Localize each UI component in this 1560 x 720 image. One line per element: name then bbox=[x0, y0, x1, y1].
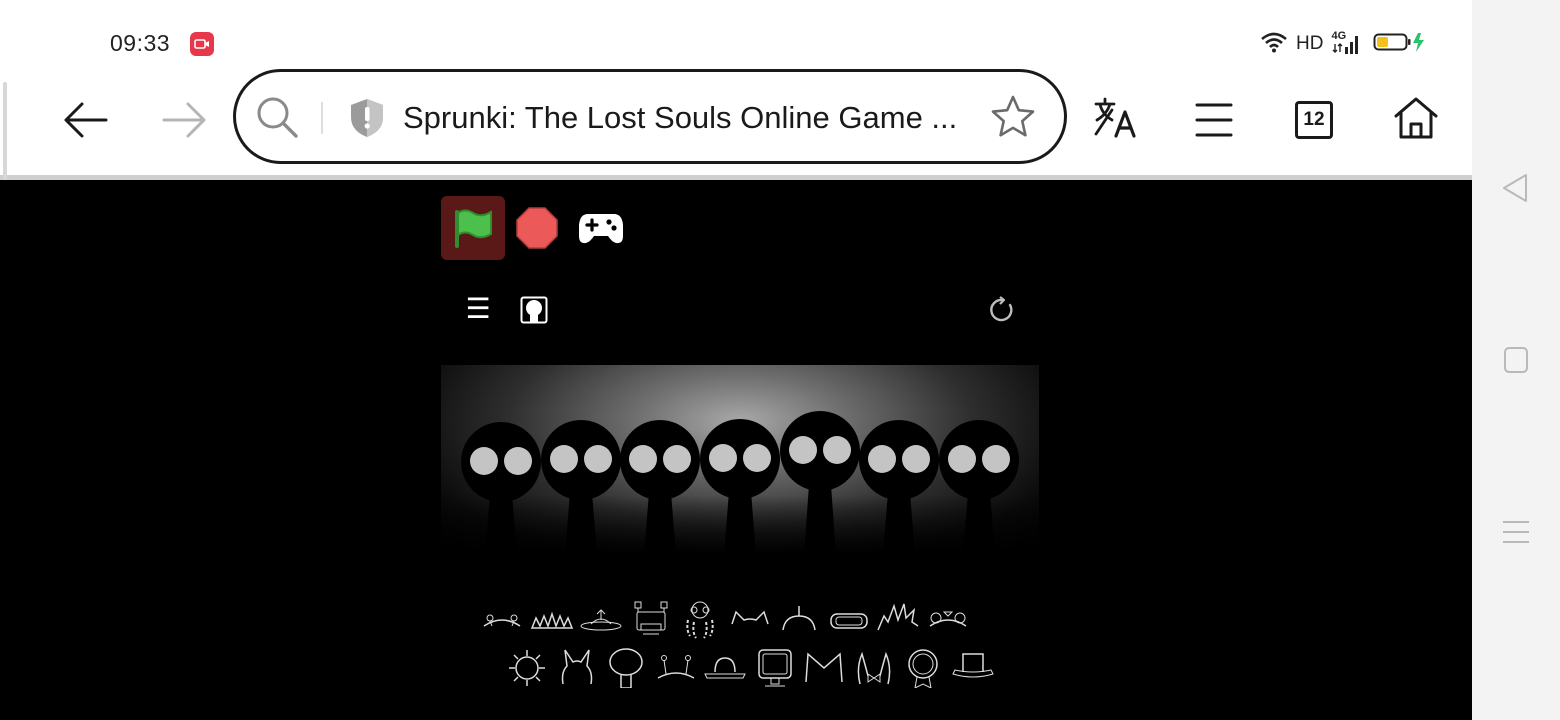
back-button[interactable] bbox=[60, 98, 110, 142]
bowler-hat-icon[interactable] bbox=[703, 648, 747, 688]
address-bar[interactable]: Sprunki: The Lost Souls Online Game ... bbox=[233, 69, 1067, 164]
bowtie-ears-icon[interactable] bbox=[852, 648, 896, 688]
address-divider bbox=[321, 102, 323, 134]
avatar-icon bbox=[520, 296, 548, 324]
gamepad-icon bbox=[579, 214, 623, 244]
character-eye bbox=[902, 445, 930, 473]
home-icon bbox=[1394, 97, 1438, 139]
cell-signal-icon: 4G bbox=[1331, 30, 1361, 56]
search-icon[interactable] bbox=[256, 96, 300, 145]
character-eye bbox=[948, 445, 976, 473]
green-flag-button[interactable] bbox=[441, 196, 505, 260]
character-eye bbox=[584, 445, 612, 473]
character-eye bbox=[504, 447, 532, 475]
star-icon[interactable] bbox=[990, 94, 1036, 145]
game-stage[interactable] bbox=[441, 365, 1039, 555]
character-eye bbox=[470, 447, 498, 475]
hat-disc-icon[interactable] bbox=[579, 600, 623, 640]
spikes-icon[interactable] bbox=[530, 600, 574, 640]
medal-icon[interactable] bbox=[901, 648, 945, 689]
arrow-right-icon bbox=[162, 102, 206, 138]
antenna-pair-icon[interactable] bbox=[654, 648, 698, 688]
wifi-icon bbox=[1260, 31, 1288, 58]
home-square-icon bbox=[1504, 347, 1528, 373]
stage-fade bbox=[441, 495, 1039, 555]
nav-home-button[interactable] bbox=[1500, 344, 1532, 376]
game-menu-button[interactable]: ☰ bbox=[464, 295, 492, 323]
tree-icon[interactable] bbox=[604, 648, 648, 689]
status-icons: HD 4G bbox=[1260, 28, 1427, 60]
recents-lines-icon bbox=[1503, 521, 1529, 543]
crown-icon[interactable] bbox=[802, 648, 846, 688]
character-eye bbox=[823, 436, 851, 464]
back-triangle-icon bbox=[1503, 174, 1527, 202]
cat-ears-icon[interactable] bbox=[728, 600, 772, 640]
character-eye bbox=[789, 436, 817, 464]
character-eye bbox=[709, 444, 737, 472]
browser-toolbar: Sprunki: The Lost Souls Online Game ... … bbox=[0, 68, 1472, 176]
sun-icon[interactable] bbox=[505, 648, 549, 688]
character-eye bbox=[550, 445, 578, 473]
reload-button[interactable] bbox=[988, 296, 1016, 324]
translate-button[interactable] bbox=[1090, 94, 1142, 142]
menu-glyph: ☰ bbox=[465, 293, 491, 324]
bunny-ears-icon[interactable] bbox=[555, 648, 599, 688]
avatar-button[interactable] bbox=[520, 296, 548, 324]
webview: ☰ bbox=[0, 180, 1472, 720]
top-hat-icon[interactable] bbox=[951, 648, 995, 688]
status-clock: 09:33 bbox=[110, 30, 171, 56]
nav-back-button[interactable] bbox=[1500, 172, 1532, 204]
stop-icon bbox=[516, 207, 558, 249]
horn-icon[interactable] bbox=[777, 600, 821, 640]
reload-icon bbox=[990, 296, 1013, 322]
tabs-count[interactable]: 12 bbox=[1295, 101, 1333, 139]
visor-icon[interactable] bbox=[827, 600, 871, 640]
hd-label: HD bbox=[1296, 33, 1324, 54]
sound-icons-row-2 bbox=[505, 648, 1000, 692]
page-title-url[interactable]: Sprunki: The Lost Souls Online Game ... bbox=[403, 100, 973, 136]
home-button[interactable] bbox=[1390, 94, 1442, 142]
screen-record-icon bbox=[190, 32, 214, 56]
menu-button[interactable] bbox=[1192, 98, 1236, 142]
sound-icons-row-1 bbox=[480, 600, 980, 640]
phone-screen: 09:33 HD 4G Sprunki: The Lost Souls Onli… bbox=[0, 0, 1560, 720]
green-flag-icon bbox=[455, 209, 492, 248]
stop-button[interactable] bbox=[514, 205, 560, 251]
beads-icon[interactable] bbox=[678, 600, 722, 640]
nav-recents-button[interactable] bbox=[1500, 516, 1532, 548]
gamepad-button[interactable] bbox=[578, 208, 624, 248]
arrow-left-icon bbox=[64, 102, 108, 138]
translate-icon bbox=[1094, 97, 1136, 138]
character-eye bbox=[982, 445, 1010, 473]
forward-button[interactable] bbox=[160, 98, 210, 142]
hamburger-icon bbox=[1195, 103, 1233, 137]
spiky-hair-icon[interactable] bbox=[876, 600, 920, 640]
system-nav-bar bbox=[1472, 0, 1560, 720]
antennae-icon[interactable] bbox=[480, 600, 524, 640]
monitor-head-icon[interactable] bbox=[629, 600, 673, 640]
character-eye bbox=[743, 444, 771, 472]
shield-alert-icon[interactable] bbox=[348, 97, 386, 144]
battery-icon bbox=[1373, 31, 1427, 58]
character-eye bbox=[629, 445, 657, 473]
character-eye bbox=[868, 445, 896, 473]
bow-ears-icon[interactable] bbox=[926, 600, 970, 640]
screen-icon[interactable] bbox=[753, 648, 797, 688]
character-eye bbox=[663, 445, 691, 473]
